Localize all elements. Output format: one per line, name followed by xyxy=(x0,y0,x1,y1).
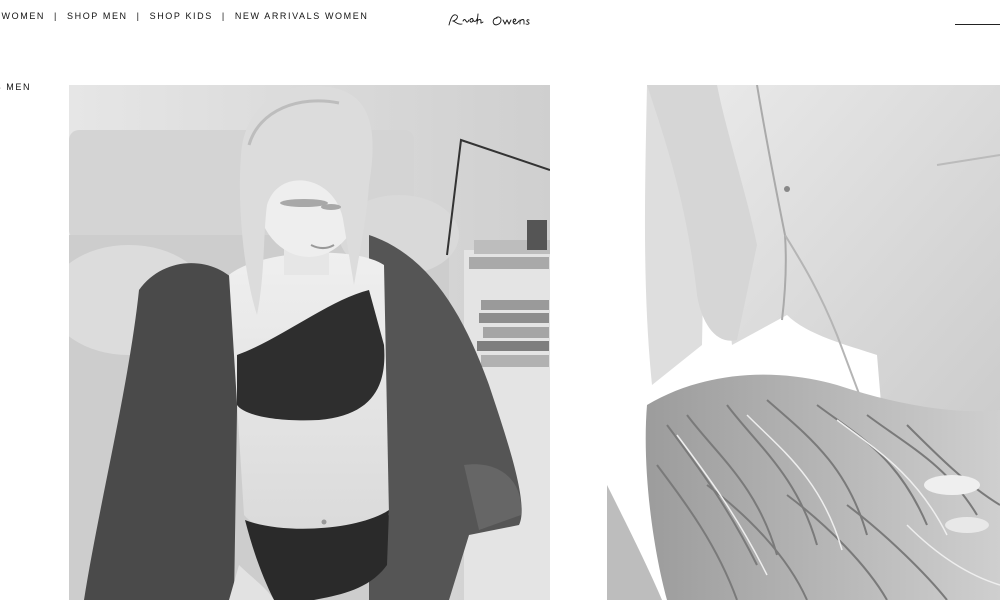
campaign-photo-jacket-denim[interactable] xyxy=(607,85,1000,600)
nav-shop-men[interactable]: SHOP MEN xyxy=(67,11,128,21)
nav-separator: | xyxy=(136,11,141,21)
signature-logo-icon xyxy=(448,13,530,26)
nav-separator: | xyxy=(54,11,58,21)
photo-model-seated-image xyxy=(69,85,550,600)
sidebar-item-new-arrivals-men[interactable]: LS MEN xyxy=(0,82,31,92)
brand-logo[interactable] xyxy=(445,9,557,31)
nav-shop-kids[interactable]: SHOP KIDS xyxy=(150,11,213,21)
nav-separator: | xyxy=(221,11,226,21)
top-navigation: P WOMEN | SHOP MEN | SHOP KIDS | NEW ARR… xyxy=(0,11,368,21)
campaign-photo-model-seated[interactable] xyxy=(69,85,550,600)
nav-new-arrivals-women[interactable]: NEW ARRIVALS WOMEN xyxy=(235,11,369,21)
nav-shop-women[interactable]: P WOMEN xyxy=(0,11,45,21)
photo-jacket-denim-image xyxy=(607,85,1000,600)
menu-line-icon[interactable] xyxy=(955,24,1000,25)
